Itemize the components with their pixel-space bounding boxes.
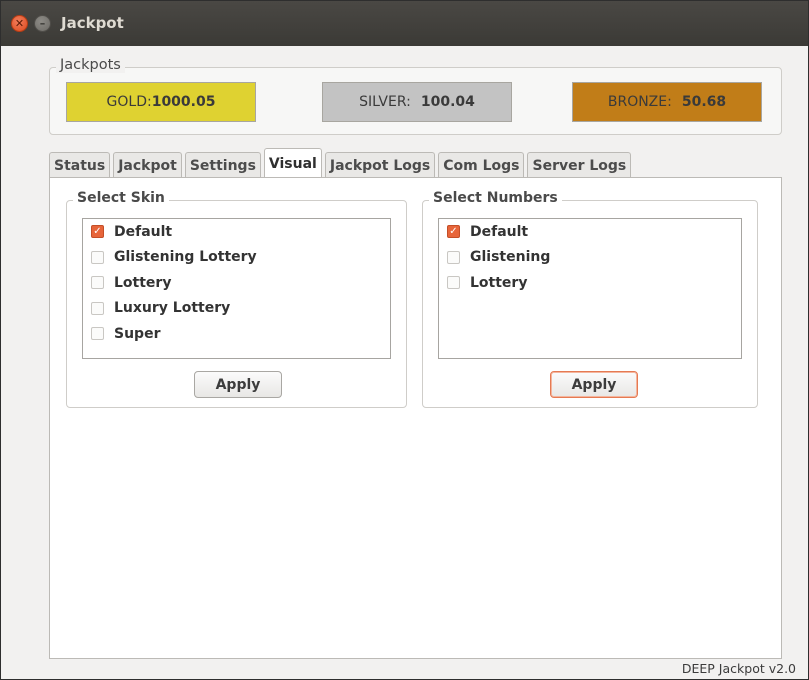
silver-jackpot: SILVER: 100.04 [322, 82, 512, 122]
select-skin-legend: Select Skin [73, 190, 169, 206]
skin-item-super[interactable]: Super [83, 321, 390, 347]
select-numbers-group: Select Numbers ✓ Default Glistening Lott… [422, 190, 758, 408]
window-title: Jackpot [61, 14, 124, 32]
checkbox-icon[interactable] [447, 276, 460, 290]
title-bar[interactable]: ✕ – Jackpot [1, 1, 808, 46]
visual-tab-panel: Select Skin ✓ Default Glistening Lottery… [49, 177, 782, 659]
checkbox-icon[interactable] [447, 250, 460, 264]
jackpots-legend: Jackpots [56, 57, 125, 73]
minimize-icon[interactable]: – [34, 15, 51, 32]
tab-com-logs[interactable]: Com Logs [438, 152, 525, 178]
tab-jackpot-logs[interactable]: Jackpot Logs [324, 152, 436, 178]
skin-item-default[interactable]: ✓ Default [83, 219, 390, 245]
checkbox-icon[interactable] [91, 250, 104, 264]
tab-server-logs[interactable]: Server Logs [527, 152, 632, 178]
version-label: DEEP Jackpot v2.0 [681, 661, 796, 676]
bronze-value: 50.68 [681, 94, 727, 110]
skin-item-label: Default [114, 223, 173, 240]
bronze-label: BRONZE: [607, 94, 672, 110]
gold-value: 1000.05 [151, 94, 216, 110]
skin-item-label: Super [114, 325, 161, 342]
skin-list: ✓ Default Glistening Lottery Lottery Lux… [82, 218, 391, 359]
numbers-item-label: Default [470, 223, 529, 240]
close-icon[interactable]: ✕ [11, 15, 28, 32]
checkbox-icon[interactable] [91, 301, 104, 315]
numbers-item-default[interactable]: ✓ Default [439, 219, 741, 245]
gold-label: GOLD: [106, 94, 152, 110]
skin-item-luxury-lottery[interactable]: Luxury Lottery [83, 296, 390, 322]
checkbox-checked-icon[interactable]: ✓ [447, 225, 460, 239]
numbers-list: ✓ Default Glistening Lottery [438, 218, 742, 359]
select-numbers-legend: Select Numbers [429, 190, 562, 206]
skin-item-label: Luxury Lottery [114, 300, 231, 317]
gold-jackpot: GOLD: 1000.05 [66, 82, 256, 122]
numbers-item-glistening[interactable]: Glistening [439, 245, 741, 271]
silver-label: SILVER: [359, 94, 411, 110]
tab-jackpot[interactable]: Jackpot [113, 152, 182, 178]
tab-status[interactable]: Status [49, 152, 111, 178]
tab-settings[interactable]: Settings [184, 152, 261, 178]
skin-item-label: Glistening Lottery [114, 249, 257, 266]
skin-item-glistening-lottery[interactable]: Glistening Lottery [83, 245, 390, 271]
checkbox-icon[interactable] [91, 327, 104, 341]
numbers-item-label: Lottery [470, 274, 528, 291]
checkbox-icon[interactable] [91, 276, 104, 290]
numbers-item-lottery[interactable]: Lottery [439, 270, 741, 296]
apply-skin-button[interactable]: Apply [194, 371, 282, 398]
tab-bar: Status Jackpot Settings Visual Jackpot L… [49, 148, 634, 179]
numbers-item-label: Glistening [470, 249, 551, 266]
select-skin-group: Select Skin ✓ Default Glistening Lottery… [66, 190, 407, 408]
jackpots-group: Jackpots GOLD: 1000.05 SILVER: 100.04 BRON… [49, 57, 782, 135]
bronze-jackpot: BRONZE: 50.68 [572, 82, 762, 122]
checkbox-checked-icon[interactable]: ✓ [91, 225, 104, 239]
skin-item-label: Lottery [114, 274, 172, 291]
main-content: Jackpots GOLD: 1000.05 SILVER: 100.04 BRON… [1, 46, 808, 679]
silver-value: 100.04 [420, 94, 475, 110]
tab-visual[interactable]: Visual [263, 148, 322, 179]
apply-numbers-button[interactable]: Apply [550, 371, 638, 398]
app-window: ✕ – Jackpot Jackpots GOLD: 1000.05 SILVER… [0, 0, 809, 680]
skin-item-lottery[interactable]: Lottery [83, 270, 390, 296]
